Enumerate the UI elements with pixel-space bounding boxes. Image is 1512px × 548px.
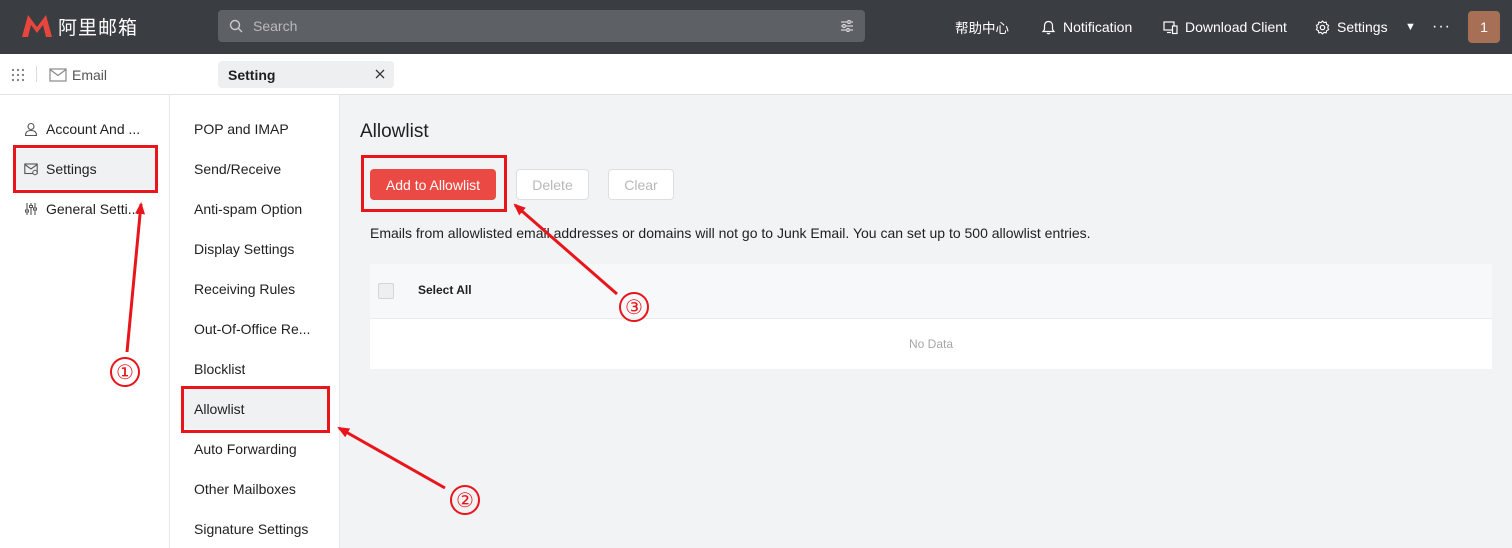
search-input[interactable]: [253, 10, 813, 42]
table-header: Select All: [370, 264, 1492, 319]
submenu-item-label: Out-Of-Office Re...: [194, 321, 311, 337]
empty-state-text: No Data: [908, 337, 954, 351]
submenu-item-label: Send/Receive: [194, 161, 282, 177]
app-logo[interactable]: 阿里邮箱: [20, 12, 138, 40]
submenu-item-anti-spam[interactable]: Anti-spam Option: [184, 189, 328, 229]
avatar-initial: 1: [1480, 19, 1488, 35]
submenu-item-display-settings[interactable]: Display Settings: [184, 229, 328, 269]
delete-button[interactable]: Delete: [516, 169, 589, 200]
gear-icon: [1315, 19, 1330, 35]
sidebar-item-label: General Setti...: [46, 201, 140, 217]
sidebar-item-label: Settings: [46, 161, 97, 177]
mail-settings-icon: [24, 163, 38, 176]
top-header: 阿里邮箱 帮助中心 Notification Dow: [0, 0, 1512, 54]
more-icon: ···: [1432, 18, 1451, 35]
submenu-item-label: POP and IMAP: [194, 121, 289, 137]
sidebar-item-settings[interactable]: Settings: [14, 149, 156, 189]
submenu-item-allowlist[interactable]: Allowlist: [184, 389, 328, 429]
submenu-item-label: Other Mailboxes: [194, 481, 296, 497]
allowlist-panel: Allowlist Add to Allowlist Delete Clear …: [340, 95, 1512, 548]
submenu-item-label: Blocklist: [194, 361, 246, 377]
notification-label: Notification: [1063, 19, 1133, 35]
help-center-link[interactable]: 帮助中心: [955, 0, 1009, 54]
allowlist-notice: Emails from allowlisted email addresses …: [370, 225, 1091, 241]
notification-button[interactable]: Notification: [1041, 0, 1132, 54]
help-center-label: 帮助中心: [955, 21, 1009, 37]
select-all-checkbox[interactable]: [378, 283, 394, 299]
submenu-item-signature-settings[interactable]: Signature Settings: [184, 509, 328, 548]
submenu-item-label: Auto Forwarding: [194, 441, 297, 457]
tab-setting-label: Setting: [228, 66, 276, 83]
tab-setting[interactable]: Setting: [218, 61, 394, 88]
settings-label: Settings: [1337, 19, 1388, 35]
page-title: Allowlist: [360, 121, 429, 142]
allowlist-table: Select All No Data: [370, 264, 1492, 369]
download-client-button[interactable]: Download Client: [1163, 0, 1287, 54]
clear-button[interactable]: Clear: [608, 169, 674, 200]
logo-m-icon: [22, 15, 52, 37]
settings-category-sidebar: Account And ... Settings General Setti..…: [0, 95, 170, 548]
settings-button[interactable]: Settings: [1315, 0, 1388, 54]
apps-grid-icon[interactable]: [11, 68, 25, 82]
select-all-label: Select All: [418, 283, 472, 297]
add-to-allowlist-button[interactable]: Add to Allowlist: [370, 169, 496, 200]
tab-email-label: Email: [72, 66, 108, 83]
submenu-item-label: Display Settings: [194, 241, 295, 257]
caret-down-icon: ▼: [1405, 21, 1416, 33]
submenu-item-label: Signature Settings: [194, 521, 309, 537]
settings-submenu: POP and IMAP Send/Receive Anti-spam Opti…: [170, 95, 340, 548]
mail-icon: [49, 67, 67, 82]
search-icon: [229, 19, 243, 33]
submenu-item-other-mailboxes[interactable]: Other Mailboxes: [184, 469, 328, 509]
avatar[interactable]: 1: [1468, 11, 1500, 43]
filter-icon[interactable]: [840, 19, 854, 33]
search-bar[interactable]: [218, 10, 865, 42]
submenu-item-auto-forwarding[interactable]: Auto Forwarding: [184, 429, 328, 469]
more-menu-button[interactable]: ···: [1432, 0, 1451, 54]
sidebar-item-label: Account And ...: [46, 121, 141, 137]
submenu-item-pop-imap[interactable]: POP and IMAP: [184, 109, 328, 149]
submenu-item-blocklist[interactable]: Blocklist: [184, 349, 328, 389]
sidebar-item-account[interactable]: Account And ...: [14, 109, 156, 149]
submenu-item-out-of-office[interactable]: Out-Of-Office Re...: [184, 309, 328, 349]
submenu-item-send-receive[interactable]: Send/Receive: [184, 149, 328, 189]
user-icon: [24, 122, 38, 136]
close-icon[interactable]: [374, 68, 386, 80]
download-client-label: Download Client: [1185, 19, 1287, 35]
tab-bar: Email Setting: [0, 54, 1512, 95]
logo-text: 阿里邮箱: [58, 16, 139, 39]
tab-email[interactable]: Email: [49, 54, 107, 95]
submenu-item-label: Anti-spam Option: [194, 201, 303, 217]
bell-icon: [1041, 20, 1056, 34]
devices-icon: [1163, 20, 1178, 34]
settings-dropdown-caret[interactable]: ▼: [1405, 0, 1416, 54]
tab-divider: [36, 66, 37, 82]
submenu-item-label: Allowlist: [194, 401, 245, 417]
sidebar-item-general-settings[interactable]: General Setti...: [14, 189, 156, 229]
submenu-item-receiving-rules[interactable]: Receiving Rules: [184, 269, 328, 309]
sliders-icon: [25, 203, 37, 215]
submenu-item-label: Receiving Rules: [194, 281, 296, 297]
